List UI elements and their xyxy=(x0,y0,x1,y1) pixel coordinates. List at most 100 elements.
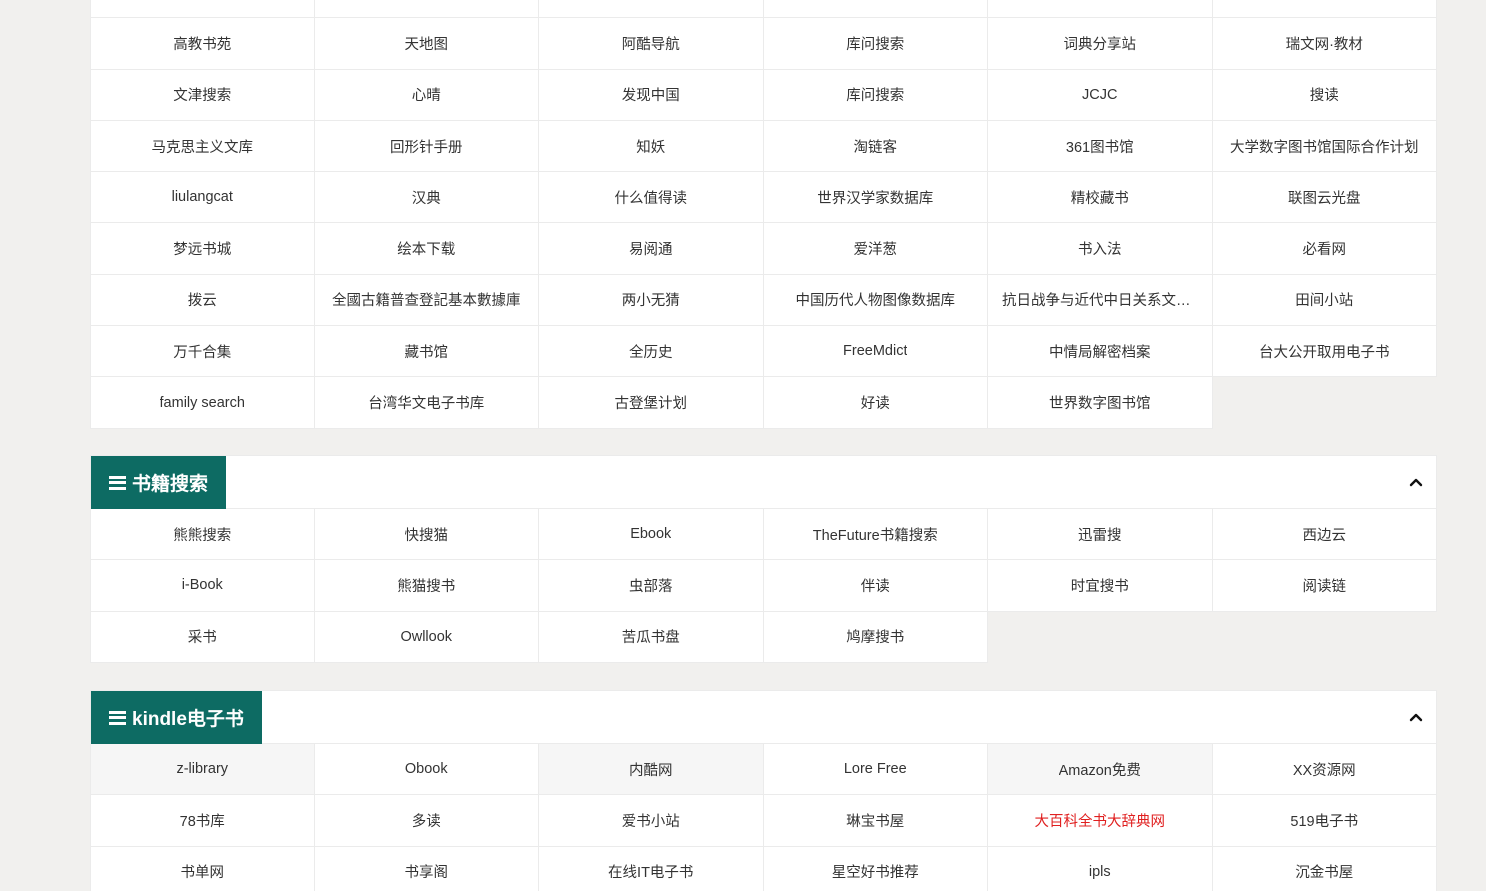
link-item[interactable]: 虫部落 xyxy=(539,560,764,612)
link-item[interactable]: 拨云 xyxy=(90,274,315,327)
link-label: 文津搜索 xyxy=(173,88,232,105)
link-item[interactable]: 汉典 xyxy=(314,172,539,224)
link-label: 天地图 xyxy=(404,36,449,53)
link-item[interactable]: liulangcat xyxy=(90,172,315,224)
link-item[interactable]: 鸠摩搜书 xyxy=(763,611,988,663)
link-item[interactable]: 搜读 xyxy=(1212,69,1437,121)
link-item[interactable]: 两小无猜 xyxy=(539,274,764,327)
link-item[interactable]: z-library xyxy=(90,744,315,796)
link-item[interactable]: 沉金书屋 xyxy=(1213,846,1437,891)
link-item[interactable]: 全國古籍普查登記基本數據庫 xyxy=(314,274,539,327)
link-item[interactable]: 易阅通 xyxy=(539,223,764,275)
link-item[interactable]: 伴读 xyxy=(763,560,988,612)
link-item[interactable]: 台大公开取用电子书 xyxy=(1212,326,1437,378)
link-item[interactable]: 世界数字图书馆 xyxy=(988,377,1213,429)
link-item[interactable]: 内酷网 xyxy=(539,744,764,796)
link-item[interactable]: Ebook xyxy=(539,509,764,561)
link-label: 苦瓜书盘 xyxy=(621,630,680,647)
link-item[interactable]: 全历史 xyxy=(539,326,764,378)
link-item[interactable]: 淘链客 xyxy=(763,120,988,173)
link-item[interactable]: 绘本下载 xyxy=(314,223,539,275)
link-item[interactable]: 发现中国 xyxy=(539,69,764,121)
link-item[interactable]: 词典分享站 xyxy=(988,18,1213,70)
link-item[interactable]: 什么值得读 xyxy=(539,172,764,224)
link-item[interactable]: 心晴 xyxy=(314,69,539,121)
link-label: 内酷网 xyxy=(629,762,673,779)
link-label: liulangcat xyxy=(171,189,233,206)
link-item[interactable]: 阿酷导航 xyxy=(539,18,764,70)
link-item[interactable]: 苦瓜书盘 xyxy=(539,611,764,663)
link-item[interactable]: 多读 xyxy=(314,795,539,847)
link-item[interactable]: 熊熊搜索 xyxy=(90,509,315,561)
link-item[interactable]: 藏书馆 xyxy=(314,326,539,378)
link-item[interactable]: 西边云 xyxy=(1212,509,1437,561)
link-item[interactable]: 回形针手册 xyxy=(314,120,539,173)
link-item[interactable]: 中国历代人物图像数据库 xyxy=(763,274,988,327)
link-label: 书享阁 xyxy=(404,865,449,882)
link-item[interactable]: 爱洋葱 xyxy=(763,223,988,275)
link-item[interactable]: 抗日战争与近代中日关系文献数据平台 xyxy=(988,274,1213,327)
link-item[interactable]: 精校藏书 xyxy=(988,172,1213,224)
link-item[interactable]: 书享阁 xyxy=(315,846,539,891)
link-item[interactable]: 星空好书推荐 xyxy=(764,846,988,891)
link-item[interactable]: 万千合集 xyxy=(90,326,315,378)
link-item[interactable]: 迅雷搜 xyxy=(988,509,1213,561)
link-item[interactable]: FreeMdict xyxy=(763,326,988,378)
link-item[interactable]: 78书库 xyxy=(90,795,315,847)
link-item[interactable]: 瑞文网·教材 xyxy=(1212,18,1437,70)
link-item[interactable]: 好读 xyxy=(763,377,988,429)
link-item[interactable]: 书单网 xyxy=(90,846,315,891)
link-item[interactable]: 梦远书城 xyxy=(90,223,315,275)
link-item xyxy=(314,0,539,19)
link-item[interactable]: family search xyxy=(90,377,315,429)
link-item[interactable]: 中情局解密档案 xyxy=(988,326,1213,378)
link-item[interactable]: ipls xyxy=(988,846,1213,891)
link-item[interactable]: 古登堡计划 xyxy=(539,377,764,429)
link-item[interactable]: 库问搜索 xyxy=(763,18,988,70)
link-item[interactable]: 519电子书 xyxy=(1212,795,1437,847)
link-item[interactable]: 361图书馆 xyxy=(988,120,1213,173)
link-item[interactable]: 天地图 xyxy=(314,18,539,70)
link-item[interactable]: 爱书小站 xyxy=(539,795,764,847)
link-item[interactable]: 库问搜索 xyxy=(763,69,988,121)
link-label: 在线IT电子书 xyxy=(608,865,694,882)
link-label: i-Book xyxy=(181,577,223,594)
link-item[interactable]: Obook xyxy=(314,744,539,796)
links-grid-books: 熊熊搜索 快搜猫 Ebook TheFuture书籍搜索 迅雷搜 西边云 i-Book 熊猫搜… xyxy=(90,509,1437,663)
link-item[interactable]: 熊猫搜书 xyxy=(314,560,539,612)
link-item[interactable]: 田间小站 xyxy=(1212,274,1437,327)
link-item[interactable]: Amazon免费 xyxy=(988,744,1213,796)
link-item[interactable]: 文津搜索 xyxy=(90,69,315,121)
link-item[interactable]: 采书 xyxy=(90,611,315,663)
link-item[interactable]: 台湾华文电子书库 xyxy=(314,377,539,429)
link-item[interactable]: 书入法 xyxy=(988,223,1213,275)
link-item[interactable]: Lore Free xyxy=(763,744,988,796)
link-label: 心晴 xyxy=(411,88,441,105)
link-item[interactable]: Owllook xyxy=(314,611,539,663)
link-item[interactable]: i-Book xyxy=(90,560,315,612)
chevron-up-icon[interactable] xyxy=(1408,474,1424,490)
links-grid-kindle: z-library Obook 内酷网 Lore Free Amazon免费 XX资源网 7… xyxy=(90,744,1437,891)
link-item[interactable]: 快搜猫 xyxy=(314,509,539,561)
link-item[interactable]: 阅读链 xyxy=(1212,560,1437,612)
link-label: 词典分享站 xyxy=(1063,36,1137,53)
link-item[interactable]: 必看网 xyxy=(1212,223,1437,275)
link-item[interactable]: XX资源网 xyxy=(1212,744,1437,796)
link-item[interactable]: 在线IT电子书 xyxy=(539,846,764,891)
section-title: 书籍搜索 xyxy=(132,474,209,495)
link-item[interactable]: 高教书苑 xyxy=(90,18,315,70)
link-item[interactable]: 知妖 xyxy=(539,120,764,173)
link-label: 什么值得读 xyxy=(614,190,688,207)
link-item[interactable]: 大学数字图书馆国际合作计划 xyxy=(1212,120,1437,173)
link-item[interactable]: JCJC xyxy=(988,69,1213,121)
link-item[interactable]: 世界汉学家数据库 xyxy=(763,172,988,224)
menu-icon xyxy=(109,710,126,725)
link-item[interactable]: TheFuture书籍搜索 xyxy=(763,509,988,561)
link-label: 必看网 xyxy=(1302,242,1347,259)
link-item[interactable]: 大百科全书大辞典网 xyxy=(988,795,1213,847)
link-item[interactable]: 联图云光盘 xyxy=(1212,172,1437,224)
link-item[interactable]: 琳宝书屋 xyxy=(763,795,988,847)
link-item[interactable]: 时宜搜书 xyxy=(988,560,1213,612)
chevron-up-icon[interactable] xyxy=(1408,709,1424,725)
link-item[interactable]: 马克思主义文库 xyxy=(90,120,315,173)
